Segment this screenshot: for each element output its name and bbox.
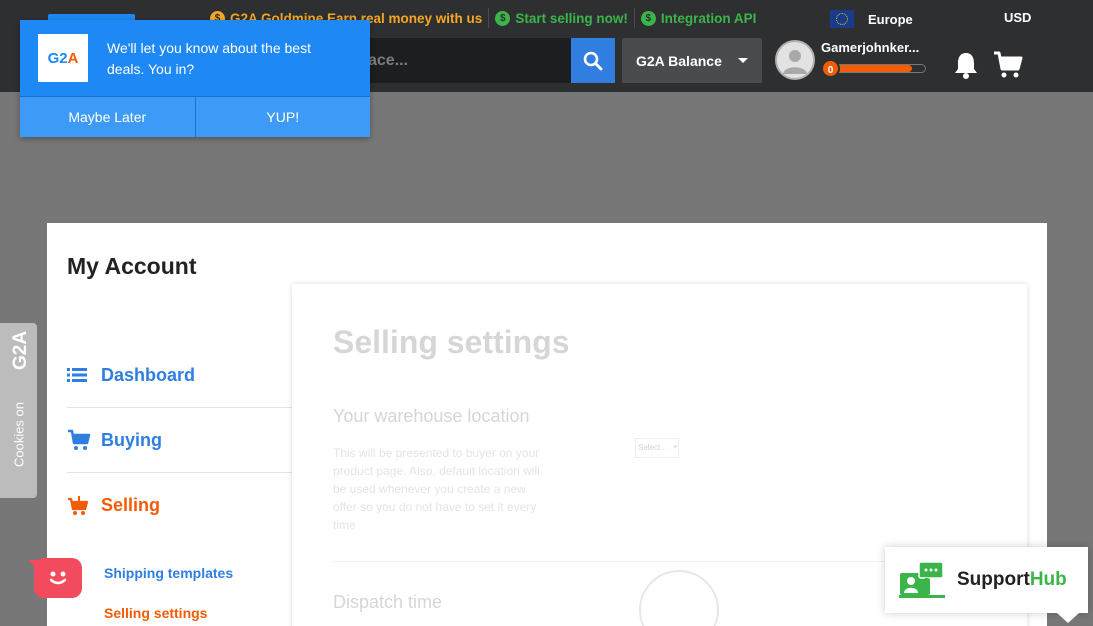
sidebar-item-dashboard[interactable]: Dashboard	[67, 343, 292, 408]
shopping-cart-icon	[994, 51, 1023, 78]
sidebar-item-label: Dashboard	[101, 364, 196, 385]
support-text: Support	[957, 569, 1030, 590]
selling-cart-icon	[68, 495, 89, 515]
sub-nav-selling-settings[interactable]: Selling settings	[104, 593, 233, 626]
sidebar-item-label: Selling	[101, 495, 161, 515]
list-icon	[67, 368, 87, 382]
support-hub-icon	[899, 561, 945, 598]
avatar[interactable]	[775, 40, 815, 80]
sidebar-item-selling[interactable]: Selling	[67, 473, 292, 538]
sidebar-item-label: Buying	[101, 429, 162, 450]
eu-flag-icon	[830, 10, 854, 28]
cart-button[interactable]	[993, 50, 1023, 85]
account-sidebar: Dashboard Buying Selling	[67, 343, 292, 538]
loading-spinner	[639, 570, 719, 626]
maybe-later-button[interactable]: Maybe Later	[20, 97, 196, 137]
logo-g2-text: G2	[47, 49, 68, 67]
sub-nav-shipping-templates[interactable]: Shipping templates	[104, 553, 233, 593]
search-input[interactable]	[360, 38, 571, 83]
search-icon	[583, 51, 603, 70]
search-button[interactable]	[571, 38, 615, 83]
xp-progress-fill	[835, 65, 912, 72]
deals-notification-popup: G2 A We'll let you know about the best de…	[20, 20, 370, 137]
cookies-label: Cookies on	[11, 401, 27, 468]
g2a-balance-label: G2A Balance	[636, 52, 722, 69]
dispatch-time-heading: Dispatch time	[333, 592, 443, 612]
page-title: My Account	[67, 253, 197, 279]
support-hub-pointer	[1057, 613, 1079, 623]
region-selector[interactable]: Europe	[830, 10, 913, 28]
notifications-button[interactable]	[951, 50, 981, 85]
api-coin-icon	[640, 10, 656, 26]
username[interactable]: Gamerjohnker...	[821, 40, 919, 55]
g2a-balance-button[interactable]: G2A Balance	[622, 38, 762, 83]
g2a-logo-icon: G2 A	[38, 34, 88, 82]
level-badge: 0	[821, 59, 840, 78]
panel-title: Selling settings	[333, 324, 570, 360]
start-selling-link[interactable]: Start selling now!	[489, 9, 634, 27]
cart-icon	[68, 429, 91, 450]
notification-actions: Maybe Later YUP!	[20, 96, 370, 137]
selling-sub-nav: Shipping templates Selling settings	[104, 553, 233, 626]
user-icon	[783, 50, 807, 74]
warehouse-location-select[interactable]: Select...	[635, 438, 679, 458]
logo-a-text: A	[67, 49, 79, 67]
sidebar-item-buying[interactable]: Buying	[67, 408, 292, 473]
g2a-logo-vertical: G2A	[10, 330, 31, 370]
start-selling-label: Start selling now!	[515, 10, 628, 26]
hub-text: Hub	[1029, 569, 1067, 590]
chevron-down-icon	[738, 58, 748, 63]
chat-widget-button[interactable]	[28, 558, 82, 598]
integration-api-link[interactable]: Integration API	[635, 9, 763, 27]
xp-progress-bar	[834, 64, 926, 73]
yup-button[interactable]: YUP!	[195, 97, 370, 137]
bell-icon	[955, 53, 977, 79]
currency-selector[interactable]: USD	[1004, 10, 1031, 25]
integration-api-label: Integration API	[660, 10, 757, 26]
notification-message: We'll let you know about the best deals.…	[107, 40, 311, 77]
search-bar	[360, 38, 615, 83]
support-hub-widget[interactable]: SupportHub	[885, 547, 1088, 623]
region-label: Europe	[868, 11, 913, 27]
warehouse-location-heading: Your warehouse location	[333, 406, 530, 426]
warehouse-location-description: This will be presented to buyer on your …	[333, 446, 540, 532]
selling-coin-icon	[495, 10, 511, 26]
smiley-chat-icon	[49, 571, 67, 585]
cookies-side-tab[interactable]: G2A Cookies on	[0, 323, 37, 498]
support-hub-label: SupportHub	[957, 569, 1067, 591]
